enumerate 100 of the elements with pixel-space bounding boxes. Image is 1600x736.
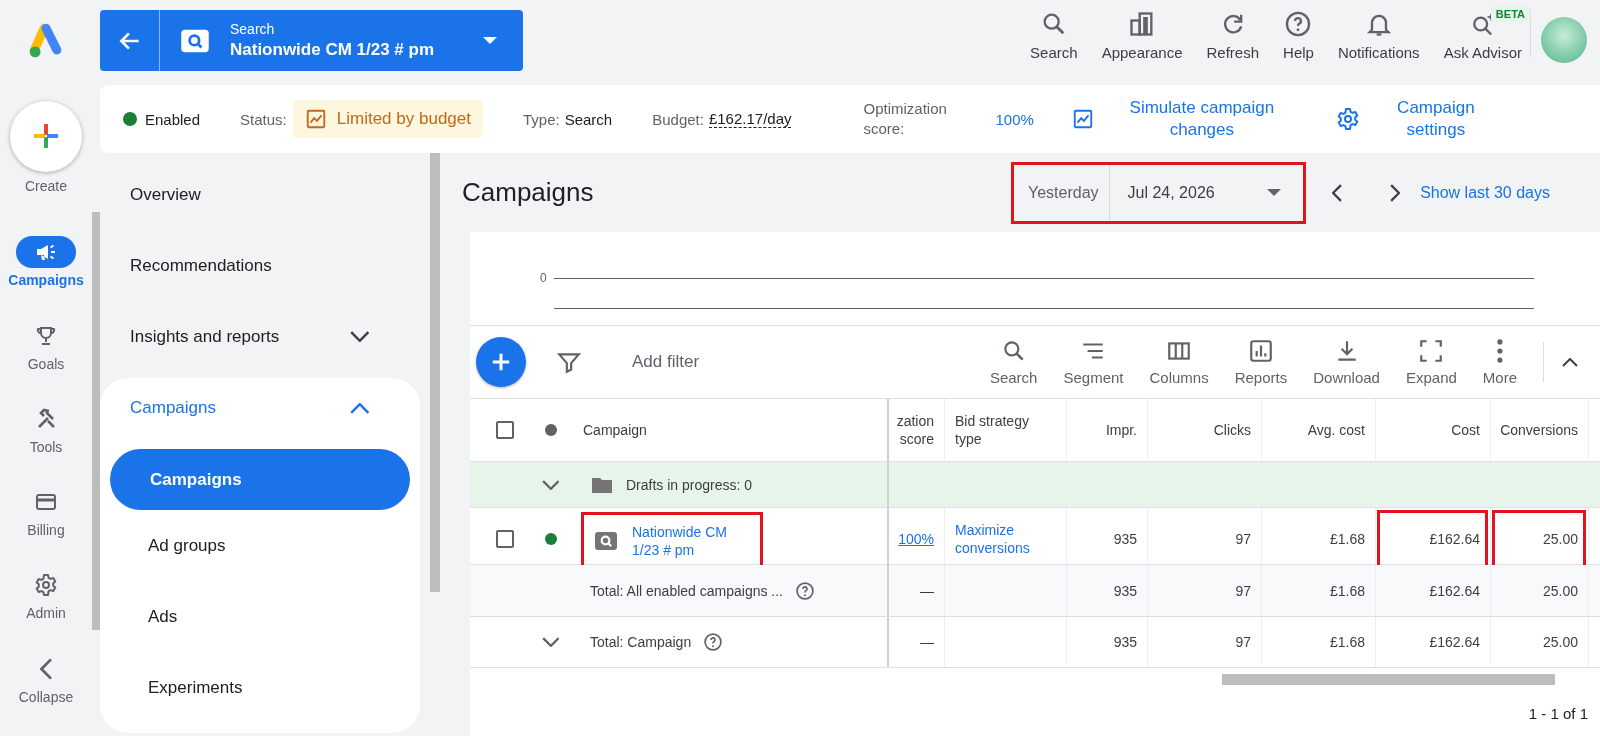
toolbar-button[interactable]: Download	[1313, 338, 1380, 386]
next-button[interactable]	[1390, 183, 1401, 202]
add-button[interactable]	[476, 337, 526, 387]
nav-item[interactable]: Ads	[100, 581, 420, 652]
create-button[interactable]	[10, 101, 82, 172]
toolbar-button[interactable]: Reports	[1234, 338, 1288, 386]
enabled-status-icon	[123, 112, 137, 126]
nav-item[interactable]: Experiments	[100, 652, 420, 723]
campaign-name-link[interactable]: Nationwide CM 1/23 # pm	[632, 523, 750, 559]
chevron-down-icon[interactable]	[541, 637, 560, 647]
header-action-button[interactable]: Search	[1030, 10, 1078, 61]
settings-icon	[34, 573, 58, 598]
table-cell: £162.64	[1375, 565, 1490, 616]
column-header: Avg. cost	[1261, 399, 1375, 461]
optimization-label: Optimization score:	[863, 99, 948, 139]
rail-item[interactable]: Billing	[0, 486, 92, 570]
column-header: Bid strategy type	[944, 399, 1066, 461]
table-cell: 25.00	[1490, 617, 1588, 667]
status-label: Status:	[240, 110, 287, 128]
collapse-button[interactable]	[1562, 357, 1578, 367]
table-cell: —	[887, 617, 944, 667]
date-value: Jul 24, 2026	[1126, 183, 1216, 202]
bid-strategy-link[interactable]: Maximize conversions	[955, 521, 1066, 557]
campaign-selector[interactable]: Search Nationwide CM 1/23 # pm	[100, 10, 523, 71]
nav-item[interactable]: Insights and reports	[100, 301, 420, 372]
collapse-button[interactable]: Collapse	[0, 652, 92, 736]
filter-field[interactable]: Add filter	[630, 351, 834, 373]
rail-item[interactable]: Goals	[0, 319, 92, 403]
nav-item[interactable]: Ad groups	[100, 510, 420, 581]
total-label: Total: Campaign	[590, 634, 692, 650]
table-cell: 97	[1147, 617, 1261, 667]
show-last-30-days-link[interactable]: Show last 30 days	[1420, 183, 1550, 202]
header-action-button[interactable]: Help	[1283, 10, 1314, 61]
vertical-scrollbar[interactable]	[430, 153, 440, 592]
nav-item[interactable]: Campaigns	[100, 378, 420, 438]
simulate-link[interactable]: Simulate campaign changes	[1115, 97, 1288, 141]
settings-icon	[1335, 107, 1360, 131]
campaign-name: Nationwide CM 1/23 # pm	[230, 40, 436, 60]
table-cell: 935	[1066, 617, 1147, 667]
vertical-scrollbar[interactable]	[92, 212, 100, 630]
chevron-up-icon	[1562, 357, 1578, 367]
column-header: Cost	[1375, 399, 1490, 461]
toolbar-button[interactable]: Search	[989, 338, 1038, 386]
enabled-status-icon	[544, 533, 557, 545]
column-header: Clicks	[1147, 399, 1261, 461]
chevron-right-icon	[1390, 183, 1401, 202]
toolbar-button[interactable]: Expand	[1405, 338, 1457, 386]
trend-chart-icon	[304, 108, 327, 130]
header-action-button[interactable]: Appearance	[1101, 10, 1183, 61]
help-icon	[1284, 10, 1313, 38]
table-cell: 25.00	[1490, 565, 1588, 616]
trend-chart-icon	[1071, 108, 1094, 130]
budget-value[interactable]: £162.17/day	[708, 110, 792, 128]
rail-item[interactable]: Tools	[0, 402, 92, 487]
column-header: Conversions	[1490, 399, 1588, 461]
nav-item[interactable]: Recommendations	[100, 230, 420, 301]
chevron-left-icon	[1331, 183, 1343, 202]
page-title: Campaigns	[462, 177, 594, 208]
beta-badge: BETA	[1490, 6, 1530, 22]
optimization-score-link[interactable]: 100%	[898, 530, 934, 548]
table-cell: £1.68	[1261, 617, 1375, 667]
table-cell: —	[887, 565, 944, 616]
previous-button[interactable]	[1331, 183, 1343, 202]
table-cell: £162.64	[1375, 617, 1490, 667]
horizontal-scrollbar[interactable]	[1222, 674, 1555, 685]
toolbar-button[interactable]: Segment	[1063, 338, 1124, 386]
optimization-score: 100%	[995, 110, 1034, 128]
table-cell: £1.68	[1261, 565, 1375, 616]
total-label: Total: All enabled campaigns ...	[590, 582, 783, 599]
row-checkbox[interactable]	[496, 530, 514, 548]
toolbar-button[interactable]: Columns	[1149, 338, 1209, 386]
table-cell: 97	[1147, 565, 1261, 616]
expand-icon	[1418, 338, 1445, 364]
status-text: Enabled	[145, 110, 201, 128]
table-cell: 935	[1066, 565, 1147, 616]
create-label: Create	[25, 177, 67, 196]
budget-label: Budget:	[652, 110, 704, 128]
more-icon	[1496, 338, 1504, 364]
rail-item[interactable]: Campaigns	[0, 236, 92, 320]
header-action-button[interactable]: Notifications	[1337, 10, 1420, 61]
rail-item[interactable]: Admin	[0, 569, 92, 653]
campaign-settings-link[interactable]: Campaign settings	[1385, 97, 1486, 141]
help-icon	[703, 632, 724, 652]
help-icon	[795, 580, 815, 601]
caret-down-icon	[483, 37, 497, 44]
date-range-picker[interactable]: Yesterday Jul 24, 2026	[1010, 161, 1306, 224]
search-campaign-icon	[594, 529, 618, 553]
date-preset: Yesterday	[1013, 164, 1110, 221]
status-chip: Limited by budget	[292, 100, 483, 138]
type-label: Type:	[522, 110, 560, 128]
bar-chart-icon	[1247, 338, 1274, 364]
type-value: Search	[564, 110, 613, 128]
header-action-button[interactable]: Refresh	[1206, 10, 1260, 61]
chevron-down-icon[interactable]	[541, 479, 560, 490]
campaign-type: Search	[230, 21, 276, 37]
nav-item[interactable]: Campaigns	[110, 449, 410, 510]
select-all-checkbox[interactable]	[496, 421, 514, 439]
toolbar-button[interactable]: More	[1482, 338, 1517, 386]
caret-down-icon	[1266, 189, 1281, 196]
nav-item[interactable]: Overview	[100, 159, 420, 230]
